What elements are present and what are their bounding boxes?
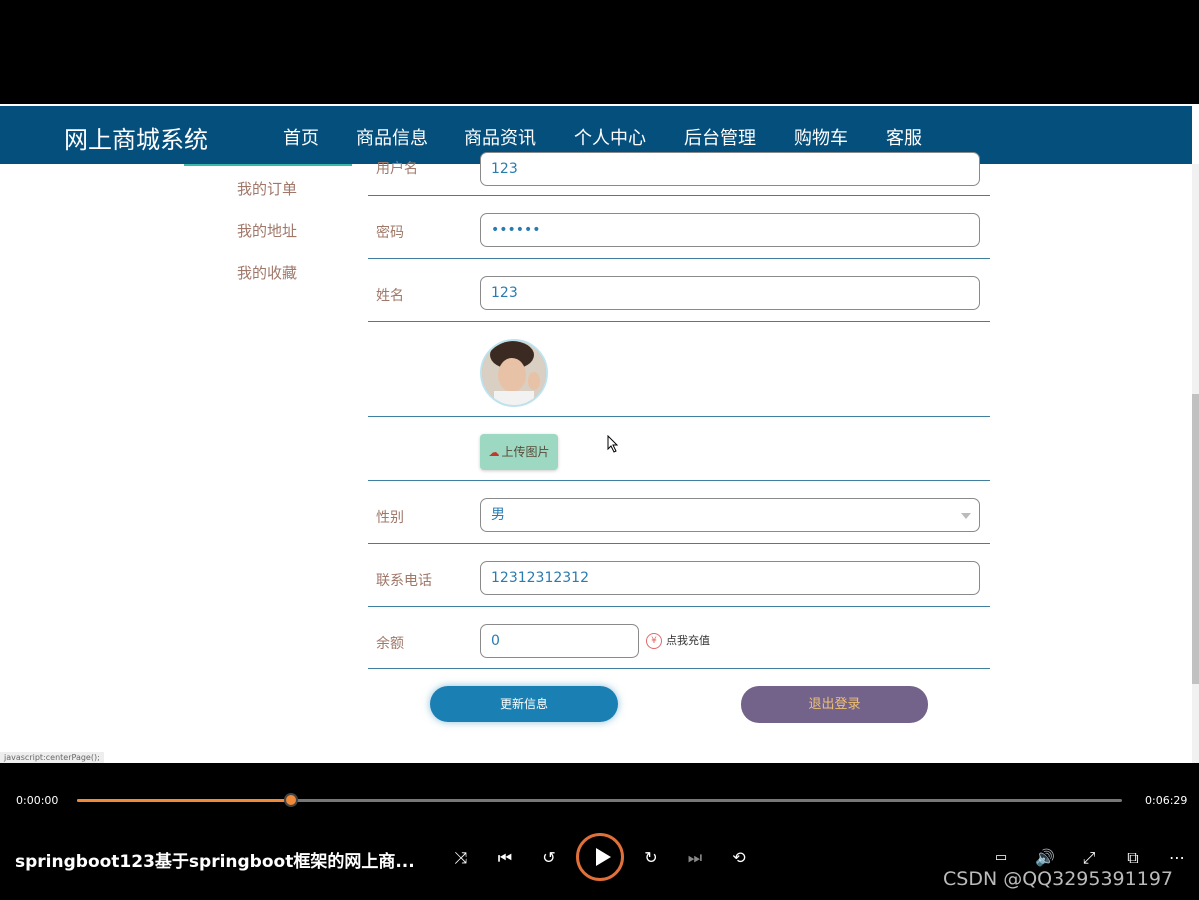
nav-home[interactable]: 首页	[283, 124, 319, 150]
mini-player-icon[interactable]: ⧉	[1121, 846, 1145, 870]
yen-icon: ¥	[646, 633, 662, 649]
seek-bar[interactable]	[77, 793, 1122, 807]
fullscreen-icon[interactable]: ⤢	[1077, 846, 1101, 870]
password-label: 密码	[376, 225, 404, 241]
name-label: 姓名	[376, 288, 404, 304]
recharge-label: 点我充值	[666, 634, 710, 647]
phone-label: 联系电话	[376, 573, 432, 589]
status-url: javascript:centerPage();	[0, 752, 104, 763]
upload-label: 上传图片	[501, 445, 550, 459]
site-brand[interactable]: 网上商城系统	[64, 120, 208, 155]
seek-knob[interactable]	[284, 793, 299, 807]
username-label: 用户名	[376, 161, 418, 177]
nav-products[interactable]: 商品信息	[356, 124, 428, 150]
sidebar-item-address[interactable]: 我的地址	[237, 220, 297, 241]
username-field[interactable]: 123	[480, 152, 980, 186]
sidebar-accent-line	[184, 164, 352, 166]
row-divider	[368, 668, 990, 669]
rewind-10-icon[interactable]: ↺	[537, 846, 561, 870]
chevron-down-icon	[961, 513, 971, 519]
gender-value: 男	[491, 507, 505, 523]
sidebar-item-orders[interactable]: 我的订单	[237, 178, 297, 199]
row-divider	[368, 480, 990, 481]
gender-label: 性别	[376, 510, 404, 526]
avatar	[480, 339, 548, 407]
nav-news[interactable]: 商品资讯	[464, 124, 536, 150]
nav-cart[interactable]: 购物车	[794, 124, 848, 150]
row-divider	[368, 195, 990, 196]
balance-label: 余额	[376, 636, 404, 652]
cloud-upload-icon: ☁	[488, 446, 500, 459]
shuffle-icon[interactable]: ⤨	[449, 846, 473, 870]
repeat-off-icon[interactable]: ⟲	[727, 846, 751, 870]
gender-select[interactable]: 男	[480, 498, 980, 532]
video-title: springboot123基于springboot框架的网上商...	[15, 852, 415, 872]
play-icon	[596, 848, 611, 866]
recharge-link[interactable]: ¥ 点我充值	[646, 632, 710, 649]
more-icon[interactable]: ⋯	[1165, 846, 1189, 870]
row-divider	[368, 416, 990, 417]
csdn-watermark: CSDN @QQ3295391197	[943, 868, 1174, 890]
nav-personal-center[interactable]: 个人中心	[574, 124, 646, 150]
subtitles-icon[interactable]: ▭	[989, 846, 1013, 870]
previous-icon[interactable]: ⏮	[493, 846, 517, 870]
logout-button[interactable]: 退出登录	[741, 686, 928, 723]
forward-30-icon[interactable]: ↻	[639, 846, 663, 870]
nav-admin[interactable]: 后台管理	[684, 124, 756, 150]
upload-image-button[interactable]: ☁ 上传图片	[480, 434, 558, 470]
row-divider	[368, 606, 990, 607]
sidebar-item-favorites[interactable]: 我的收藏	[237, 262, 297, 283]
volume-icon[interactable]: 🔊	[1033, 846, 1057, 870]
next-icon[interactable]: ⏭	[683, 846, 707, 870]
total-time: 0:06:29	[1145, 794, 1188, 807]
scrollbar-thumb[interactable]	[1192, 394, 1199, 684]
seek-bar-fill	[77, 799, 292, 802]
play-button[interactable]	[576, 833, 624, 881]
row-divider	[368, 258, 990, 259]
name-field[interactable]: 123	[480, 276, 980, 310]
nav-service[interactable]: 客服	[886, 124, 922, 150]
browser-page: 网上商城系统 首页 商品信息 商品资讯 个人中心 后台管理 购物车 客服 我的订…	[0, 104, 1199, 763]
row-divider	[368, 543, 990, 544]
update-info-button[interactable]: 更新信息	[430, 686, 618, 722]
row-divider	[368, 321, 990, 322]
balance-field[interactable]: 0	[480, 624, 639, 658]
current-time: 0:00:00	[16, 794, 59, 807]
password-field[interactable]: ••••••	[480, 213, 980, 247]
phone-field[interactable]: 12312312312	[480, 561, 980, 595]
video-player-controls: 0:00:00 0:06:29 springboot123基于springboo…	[0, 784, 1199, 900]
